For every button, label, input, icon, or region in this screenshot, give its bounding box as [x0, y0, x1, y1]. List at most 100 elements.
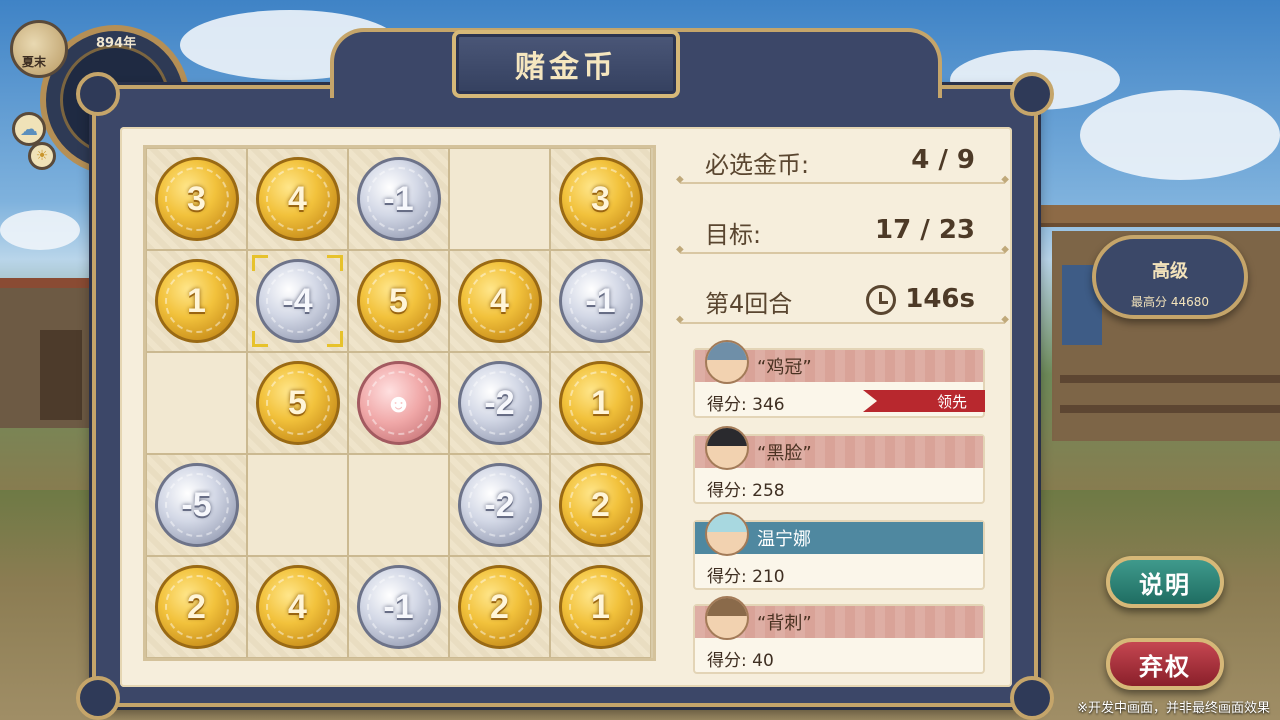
grid-cell[interactable] [449, 148, 550, 250]
divider [676, 174, 1009, 185]
lead-badge: 领先 [863, 390, 985, 412]
round-label: 第4回合 [705, 290, 793, 318]
grid-cell[interactable]: 4 [449, 250, 550, 352]
grid-cell[interactable]: ☻ [348, 352, 449, 454]
gold-coin[interactable]: 2 [558, 463, 643, 547]
player-avatar [705, 596, 749, 640]
silver-coin[interactable]: -5 [154, 463, 239, 547]
grid-cell[interactable]: 5 [247, 352, 348, 454]
stall-roof [1040, 205, 1280, 227]
cloud [0, 210, 80, 250]
grid-cell[interactable]: 1 [550, 352, 651, 454]
player-score-label: 得分: [707, 395, 747, 415]
avatar-hair [707, 598, 747, 616]
player-score-value: 258 [752, 481, 785, 501]
gold-coin[interactable]: 2 [457, 565, 542, 649]
player-card: “黑脸” 得分: 258 [693, 426, 985, 504]
grid-cell[interactable] [146, 352, 247, 454]
gold-coin[interactable]: 5 [356, 259, 441, 343]
cloud [1080, 90, 1280, 180]
background-door [40, 330, 82, 420]
grid-cell[interactable]: 3 [550, 148, 651, 250]
player-name: “背刺” [757, 613, 812, 634]
corner-ornament [1010, 72, 1054, 116]
title-plate: 赌金币 [452, 30, 680, 98]
corner-ornament [76, 72, 120, 116]
gold-coin[interactable]: 4 [255, 565, 340, 649]
grid-cell[interactable] [247, 454, 348, 556]
grid-cell[interactable]: -2 [449, 454, 550, 556]
gold-coin[interactable]: 4 [255, 157, 340, 241]
gold-coin[interactable]: 1 [154, 259, 239, 343]
player-score-label: 得分: [707, 651, 747, 671]
player-avatar [705, 512, 749, 556]
stall-shelf [1060, 375, 1280, 383]
player-score: 得分: 258 [707, 476, 785, 501]
weather-sun-icon: ☀ [28, 142, 56, 170]
required-coins-value: 4 / 9 [911, 145, 975, 175]
divider [676, 244, 1009, 255]
grid-cell[interactable]: 3 [146, 148, 247, 250]
player-name: “鸡冠” [757, 357, 812, 378]
grid-cell[interactable]: -1 [550, 250, 651, 352]
silver-coin[interactable]: -2 [457, 463, 542, 547]
gold-coin[interactable]: 5 [255, 361, 340, 445]
required-coins-label: 必选金币: [705, 151, 810, 179]
gold-coin[interactable]: 1 [558, 361, 643, 445]
target-label: 目标: [705, 221, 762, 249]
grid-cell[interactable]: -2 [449, 352, 550, 454]
forfeit-button[interactable]: 弃权 [1106, 638, 1224, 690]
player-score-label: 得分: [707, 481, 747, 501]
gold-coin[interactable]: 4 [457, 259, 542, 343]
corner-ornament [76, 676, 120, 720]
player-name: “黑脸” [757, 443, 812, 464]
gold-coin[interactable]: 3 [558, 157, 643, 241]
silver-coin[interactable]: -1 [356, 157, 441, 241]
silver-coin[interactable]: -2 [457, 361, 542, 445]
clock-icon [866, 285, 896, 315]
grid-cell[interactable]: 1 [146, 250, 247, 352]
gold-coin[interactable]: 2 [154, 565, 239, 649]
silver-coin[interactable]: -1 [558, 259, 643, 343]
grid-cell[interactable]: 4 [247, 148, 348, 250]
grid-cell[interactable]: 2 [550, 454, 651, 556]
player-avatar [705, 340, 749, 384]
grid-cell[interactable] [348, 454, 449, 556]
grid-cell[interactable]: -1 [348, 556, 449, 658]
coin-grid: 3 4 -1 3 1 -4 5 4 -1 5 ☻ -2 1 -5 -2 2 2 4 -1 2 1 [143, 145, 656, 661]
player-avatar [705, 426, 749, 470]
gold-coin[interactable]: 1 [558, 565, 643, 649]
grid-cell[interactable]: 2 [146, 556, 247, 658]
player-score-label: 得分: [707, 567, 747, 587]
player-score-value: 210 [752, 567, 785, 587]
player-score-value: 346 [752, 395, 785, 415]
grid-cell[interactable]: -1 [348, 148, 449, 250]
grid-cell[interactable]: -5 [146, 454, 247, 556]
grid-cell[interactable]: 4 [247, 556, 348, 658]
player-card-self: 温宁娜 得分: 210 [693, 512, 985, 590]
player-card: “鸡冠” 得分: 346 领先 [693, 340, 985, 418]
selection-bracket [327, 255, 343, 271]
selection-bracket [327, 331, 343, 347]
difficulty-badge: 高级 最高分 44680 [1092, 235, 1248, 319]
grid-cell[interactable]: 1 [550, 556, 651, 658]
grid-cell[interactable]: 2 [449, 556, 550, 658]
selection-bracket [252, 331, 268, 347]
year-label: 894年 [96, 36, 137, 51]
season-label: 夏末 [22, 55, 47, 69]
avatar-hair [707, 342, 747, 360]
dev-disclaimer: ※开发中画面，并非最终画面效果 [1077, 701, 1270, 716]
help-button[interactable]: 说明 [1106, 556, 1224, 608]
best-score: 最高分 44680 [1131, 295, 1209, 309]
gold-coin[interactable]: 3 [154, 157, 239, 241]
pink-coin[interactable]: ☻ [356, 361, 441, 445]
player-score: 得分: 210 [707, 562, 785, 587]
player-name: 温宁娜 [757, 529, 811, 550]
page-title: 赌金币 [515, 50, 617, 85]
grid-cell[interactable]: 5 [348, 250, 449, 352]
timer-value: 146s [905, 284, 975, 314]
player-score: 得分: 346 [707, 390, 785, 415]
weather-cloudy-icon[interactable]: ☁ [12, 112, 46, 146]
silver-coin[interactable]: -1 [356, 565, 441, 649]
grid-cell[interactable]: -4 [247, 250, 348, 352]
